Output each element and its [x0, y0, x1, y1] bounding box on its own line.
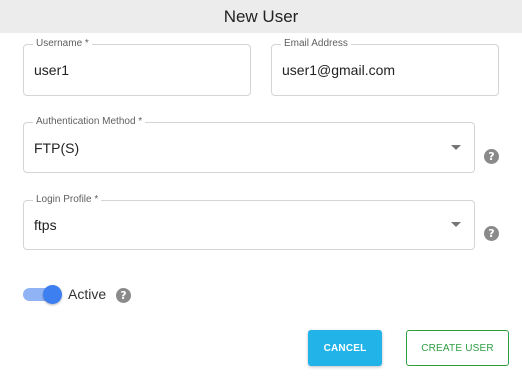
email-label: Email Address: [281, 38, 351, 50]
chevron-down-icon: [451, 222, 461, 227]
chevron-down-icon: [451, 144, 461, 150]
help-icon[interactable]: ?: [116, 288, 131, 303]
username-value: user1: [34, 62, 70, 78]
username-label: Username *: [33, 38, 92, 50]
active-toggle[interactable]: [23, 285, 62, 304]
authentication-method-select[interactable]: Authentication Method * FTP(S): [23, 116, 475, 173]
login-profile-value: ftps: [34, 217, 57, 233]
dialog-title: New User: [223, 6, 299, 26]
login-profile-select[interactable]: Login Profile * ftps: [23, 194, 475, 250]
email-field[interactable]: Email Address user1@gmail.com: [271, 38, 499, 96]
username-field[interactable]: Username * user1: [23, 38, 251, 96]
help-icon[interactable]: ?: [484, 149, 499, 164]
cancel-button[interactable]: CANCEL: [308, 330, 382, 366]
authentication-method-value: FTP(S): [34, 139, 80, 156]
authentication-method-label: Authentication Method *: [33, 116, 146, 128]
active-label: Active: [68, 286, 107, 302]
create-user-button[interactable]: CREATE USER: [406, 330, 509, 366]
dialog-header: New User: [0, 0, 522, 33]
toggle-thumb: [43, 285, 62, 304]
new-user-dialog: New User Username * user1 Email Address …: [0, 0, 522, 379]
help-icon[interactable]: ?: [484, 226, 499, 241]
login-profile-label: Login Profile *: [33, 194, 102, 206]
email-value: user1@gmail.com: [282, 62, 396, 78]
